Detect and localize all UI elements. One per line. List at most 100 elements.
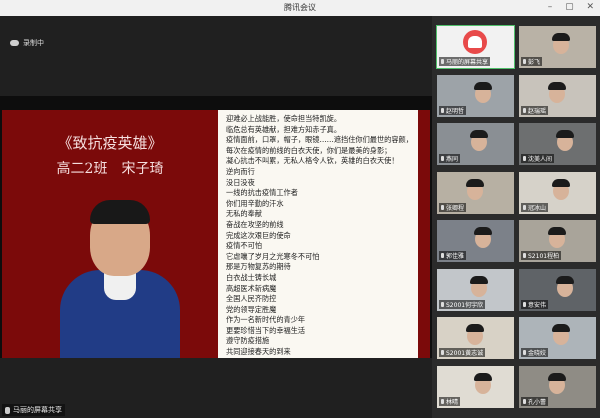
- poem-line: 疫情面前，口罩，帽子，眼镜……遮挡住你们最世的容颜，遮挡不住你们美好的心灵；: [226, 135, 410, 145]
- participant-name-text: 林晴: [446, 398, 459, 406]
- participant-tile[interactable]: 冠冰山: [519, 171, 596, 214]
- presenter-video: [60, 200, 180, 358]
- participant-name-text: S2101程柏: [528, 253, 560, 260]
- poem-line: 奋战在攻坚的前线: [226, 219, 284, 229]
- participant-name: 赵明哲: [439, 105, 467, 115]
- shared-screen: 《致抗疫英雄》 高二2班 宋子琦 迎难必上战能胜，使命担当特凯旋。 临危总有英雄献…: [0, 96, 432, 358]
- participant-tile[interactable]: 孔小蕾: [519, 365, 596, 408]
- participant-tile[interactable]: 郭佳雅: [437, 220, 514, 262]
- participant-tile[interactable]: 沈美人间: [519, 123, 596, 165]
- participant-name-text: 马丽的屏幕共享: [446, 59, 489, 66]
- poem-line: 党的领导定胜魔: [226, 304, 277, 314]
- participant-tile[interactable]: S2001黄志诚: [437, 317, 514, 359]
- microphone-icon: [441, 350, 444, 355]
- participant-name-text: 赵明哲: [446, 107, 465, 115]
- poem-line: 更要珍惜当下的幸福生活: [226, 325, 306, 335]
- participant-name-text: 郭佳雅: [446, 253, 465, 260]
- microphone-icon: [523, 301, 526, 307]
- participant-name-text: 彭飞: [528, 59, 541, 66]
- participant-name: 彭飞: [521, 57, 543, 66]
- close-icon[interactable]: ✕: [586, 2, 594, 12]
- participant-tile[interactable]: S2101程柏: [519, 220, 596, 262]
- poem-line: 高超医术斩病魔: [226, 283, 277, 293]
- participant-tile[interactable]: 赵瑞瑶: [519, 74, 596, 117]
- participant-tile[interactable]: 林晴: [437, 365, 514, 408]
- window-title: 腾讯会议: [284, 3, 316, 12]
- poem-line: 临危总有英雄献，担难方知赤子真。: [226, 124, 342, 134]
- participant-name: S2001黄志诚: [439, 348, 486, 357]
- poem-line: 迎难必上战能胜，使命担当特凯旋。: [226, 114, 342, 123]
- poem-line: 完成这次艰巨的使命: [226, 230, 291, 240]
- participant-name-text: S2001何宇欣: [446, 301, 484, 309]
- participant-tile[interactable]: 赵明哲: [437, 74, 514, 117]
- main-stage: 录制中 《致抗疫英雄》 高二2班 宋子琦 迎难必上战能胜，使命担当特凯旋。 临危总…: [0, 16, 432, 418]
- microphone-icon: [441, 59, 444, 64]
- participant-name: 张卿程: [439, 202, 467, 212]
- minimize-icon[interactable]: –: [548, 2, 553, 12]
- participant-name: 马丽的屏幕共享: [439, 57, 491, 66]
- microphone-icon: [441, 156, 444, 161]
- poem-line: 那是万物复苏的期待: [226, 262, 291, 272]
- microphone-icon: [523, 253, 526, 258]
- participant-name-text: S2001黄志诚: [446, 350, 484, 357]
- poem-line: 它虐嚷了岁月之光寒冬不可怕: [226, 251, 320, 261]
- participant-name-text: 张卿程: [446, 204, 465, 212]
- participant-tile[interactable]: 金晓姣: [519, 317, 596, 359]
- participant-tile[interactable]: 燕同: [437, 123, 514, 165]
- microphone-icon: [441, 253, 444, 258]
- poem-line: 每次在疫情的前线的白衣天使，你们是最美的身影；: [226, 145, 392, 155]
- microphone-icon: [5, 406, 10, 414]
- title-bar: 腾讯会议 – ▢ ✕: [0, 0, 600, 17]
- participant-tile[interactable]: 张卿程: [437, 171, 514, 214]
- participant-name: 赵瑞瑶: [521, 105, 549, 115]
- participant-name: 冠冰山: [521, 202, 549, 212]
- microphone-icon: [523, 156, 526, 161]
- poem-author: 高二2班 宋子琦: [56, 161, 164, 177]
- participant-tile[interactable]: 彭飞: [519, 26, 596, 68]
- poem-line: 凝心抗击不叫累，无私人格令人钦，英雄的白衣天使！: [226, 156, 399, 166]
- microphone-icon: [523, 398, 526, 404]
- participant-name: 燕同: [439, 154, 461, 163]
- microphone-icon: [441, 107, 444, 113]
- participant-name: 孔小蕾: [521, 396, 549, 406]
- poem-line: 无私的奉献: [226, 209, 262, 219]
- recording-label: 录制中: [23, 39, 44, 47]
- share-owner-badge: 马丽的屏幕共享: [2, 404, 65, 416]
- participant-name: 郭佳雅: [439, 251, 467, 260]
- microphone-icon: [523, 350, 526, 355]
- participant-name-text: 沈美人间: [528, 156, 553, 163]
- participant-tile[interactable]: S2001何宇欣: [437, 268, 514, 311]
- microphone-icon: [523, 107, 526, 113]
- participant-name-text: 赵瑞瑶: [528, 107, 547, 115]
- share-owner-label: 马丽的屏幕共享: [13, 406, 62, 414]
- poem-line: 遵守防疫措施: [226, 336, 270, 346]
- poem-line: 一线的抗击疫情工作者: [226, 188, 298, 198]
- participant-tile[interactable]: 意安伟: [519, 268, 596, 311]
- poem-text: 迎难必上战能胜，使命担当特凯旋。 临危总有英雄献，担难方知赤子真。 疫情面前，口罩，…: [218, 110, 418, 358]
- poem-line: 白衣战士铸长城: [226, 272, 277, 282]
- poem-line: 你们用辛勤的汗水: [226, 198, 284, 208]
- poem-line: 全国人民齐防控: [226, 294, 277, 304]
- participant-tile[interactable]: 马丽的屏幕共享: [436, 25, 515, 69]
- poem-line: 没日没夜: [226, 177, 255, 187]
- maximize-icon[interactable]: ▢: [565, 2, 574, 12]
- participant-name-text: 冠冰山: [528, 204, 547, 212]
- poem-line: 作为一名新时代的青少年: [226, 315, 306, 325]
- poem-line: 共同迎接春天的到来: [226, 347, 291, 357]
- participant-name-text: 燕同: [446, 156, 459, 163]
- microphone-icon: [523, 59, 526, 64]
- participant-name-text: 金晓姣: [528, 350, 547, 357]
- microphone-icon: [441, 301, 444, 307]
- recording-indicator[interactable]: 录制中: [10, 38, 44, 48]
- participant-name-text: 孔小蕾: [528, 398, 547, 406]
- poem-title: 《致抗疫英雄》: [57, 134, 163, 152]
- participant-name: 金晓姣: [521, 348, 549, 357]
- share-red-panel: 《致抗疫英雄》 高二2班 宋子琦: [2, 110, 218, 358]
- avatar: [463, 30, 487, 54]
- participant-name-text: 意安伟: [528, 301, 547, 309]
- participant-name: 沈美人间: [521, 154, 555, 163]
- cloud-icon: [10, 40, 19, 46]
- participant-name: S2001何宇欣: [439, 299, 486, 309]
- participant-name: S2101程柏: [521, 251, 562, 260]
- microphone-icon: [441, 204, 444, 210]
